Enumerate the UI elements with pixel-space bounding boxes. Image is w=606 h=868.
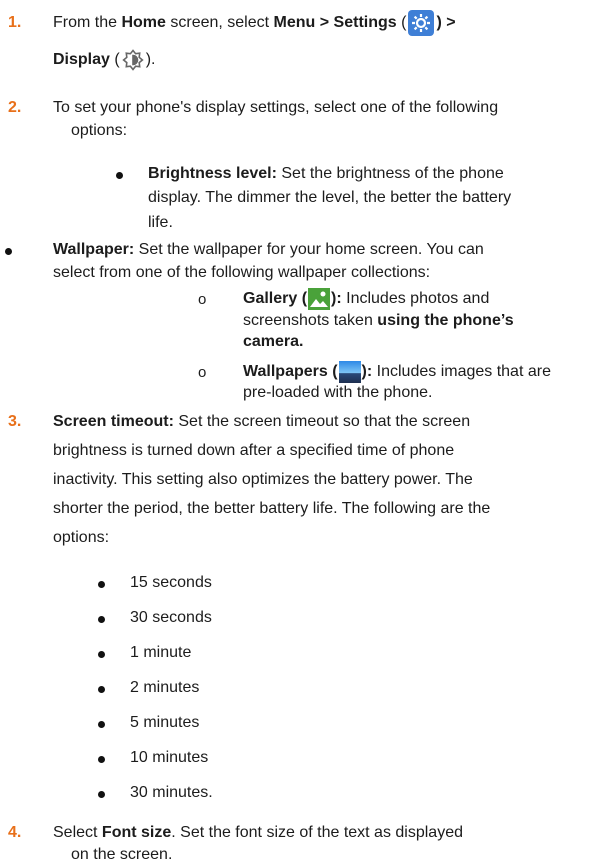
timeout-option: 1 minute <box>130 644 192 661</box>
bullet-dot <box>98 616 105 623</box>
text: . Set the font size of the text as displ… <box>171 824 463 841</box>
display-brightness-icon <box>122 48 144 71</box>
wallpaper-line-1: Wallpaper: Set the wallpaper for your ho… <box>53 241 484 259</box>
step-2-line-2: options: <box>71 122 128 139</box>
step-1-line-2: Display (). <box>53 47 155 73</box>
bullet-dot <box>98 721 105 728</box>
bullet-dot <box>98 651 105 658</box>
timeout-option: 30 seconds <box>130 609 212 626</box>
bullet-dot <box>5 248 12 255</box>
brightness-line-2: display. The dimmer the level, the bette… <box>148 189 512 206</box>
wallpapers-line-2: pre-loaded with the phone. <box>243 384 433 401</box>
text: ) > <box>436 14 456 32</box>
text: Set the brightness of the phone <box>276 165 504 182</box>
wallpapers-icon <box>338 360 361 383</box>
timeout-option: 5 minutes <box>130 714 200 731</box>
step-4-line-1: Select Font size. Set the font size of t… <box>53 824 463 842</box>
wallpaper-label: Wallpaper: <box>53 241 135 258</box>
step-number: 3. <box>8 413 22 430</box>
wallpaper-line-2: select from one of the following wallpap… <box>53 264 431 281</box>
text: ( <box>396 14 407 32</box>
step-3-line-4: shorter the period, the better battery l… <box>53 500 491 517</box>
text: ): <box>331 290 342 307</box>
timeout-option: 2 minutes <box>130 679 200 696</box>
text: Set the wallpaper for your home screen. … <box>134 241 484 258</box>
text: ( <box>109 51 120 68</box>
step-4-line-2: on the screen. <box>71 846 173 863</box>
timeout-option: 15 seconds <box>130 574 212 591</box>
brightness-line-1: Brightness level: Set the brightness of … <box>148 165 504 183</box>
step-1-line-1: From the Home screen, select Menu > Sett… <box>53 10 456 36</box>
gallery-line-3: camera. <box>243 333 304 350</box>
wallpapers-label: Wallpapers ( <box>243 363 338 380</box>
step-3-line-2: brightness is turned down after a specif… <box>53 442 455 459</box>
gallery-icon <box>308 287 331 310</box>
brightness-line-3: life. <box>148 214 173 231</box>
bullet-dot <box>98 791 105 798</box>
step-number: 4. <box>8 824 22 841</box>
text: Includes images that are <box>372 363 551 380</box>
step-2-line-1: To set your phone's display settings, se… <box>53 99 499 116</box>
bullet-dot <box>116 172 123 179</box>
brightness-label: Brightness level: <box>148 165 277 182</box>
text: ): <box>361 363 373 380</box>
bullet-dot <box>98 686 105 693</box>
settings-gear-icon <box>408 10 435 36</box>
display-label: Display <box>53 51 110 68</box>
text: screenshots taken <box>243 312 378 329</box>
screen-timeout-label: Screen timeout: <box>53 413 174 430</box>
text: Select <box>53 824 102 841</box>
text: Includes photos and <box>341 290 490 307</box>
bullet-dot <box>98 756 105 763</box>
sub-bullet: o <box>198 291 207 308</box>
menu-settings-label: Menu > Settings <box>273 14 397 32</box>
step-3-line-5: options: <box>53 529 110 546</box>
home-label: Home <box>121 14 166 32</box>
step-3-line-3: inactivity. This setting also optimizes … <box>53 471 473 488</box>
step-3-line-1: Screen timeout: Set the screen timeout s… <box>53 413 470 431</box>
bullet-dot <box>98 581 105 588</box>
gallery-label: Gallery ( <box>243 290 308 307</box>
step-number: 1. <box>8 14 22 31</box>
sub-bullet: o <box>198 364 207 381</box>
gallery-line-2: screenshots taken using the phone’s <box>243 312 514 330</box>
wallpapers-line-1: Wallpapers (): Includes images that are <box>243 360 551 384</box>
text: using the phone’s <box>377 312 514 329</box>
text: ). <box>145 51 156 68</box>
text: screen, select <box>165 14 274 32</box>
font-size-label: Font size <box>101 824 172 841</box>
timeout-option: 30 minutes. <box>130 784 213 801</box>
text: Set the screen timeout so that the scree… <box>173 413 471 430</box>
timeout-option: 10 minutes <box>130 749 209 766</box>
step-number: 2. <box>8 99 22 116</box>
gallery-line-1: Gallery (): Includes photos and <box>243 287 489 311</box>
text: From the <box>53 14 122 32</box>
